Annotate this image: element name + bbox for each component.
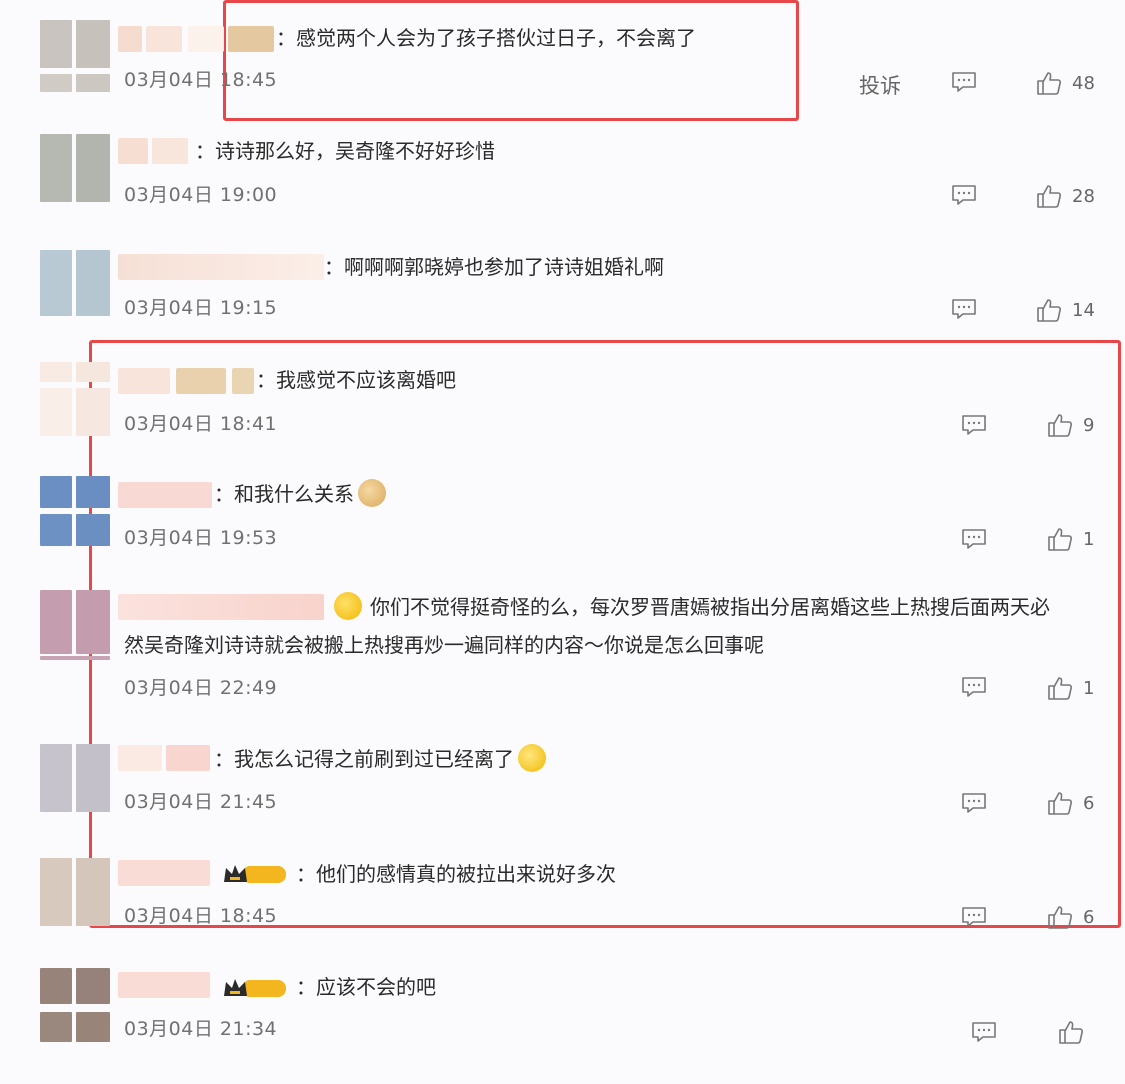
- like-button[interactable]: 14: [1036, 297, 1095, 323]
- comment-text: ：和我什么关系: [214, 476, 386, 512]
- reply-button[interactable]: [961, 792, 987, 814]
- comment-text: ：应该不会的吧: [296, 975, 436, 999]
- comment-bubble-icon: [962, 677, 986, 697]
- like-button[interactable]: 6: [1047, 904, 1094, 930]
- like-button[interactable]: 48: [1036, 70, 1095, 96]
- comment-item: ：啊啊啊郭晓婷也参加了诗诗姐婚礼啊 03月04日 19:15 14: [0, 234, 1125, 340]
- comment-time: 03月04日 19:53: [124, 527, 278, 549]
- thumbs-up-icon: [1037, 72, 1062, 95]
- reply-button[interactable]: [951, 184, 977, 206]
- like-count: 28: [1072, 185, 1095, 207]
- thumbs-up-icon: [1037, 299, 1062, 322]
- like-count: 9: [1083, 414, 1095, 436]
- doge-emoji-icon: [358, 479, 386, 507]
- comment-text-line1: 你们不觉得挺奇怪的么，每次罗晋唐嫣被指出分居离婚这些上热搜后面两天必: [370, 595, 1050, 619]
- avatar[interactable]: [40, 858, 110, 930]
- username-blurred[interactable]: [118, 482, 212, 508]
- thumbs-up-icon: [1048, 414, 1073, 437]
- like-count: 6: [1083, 792, 1095, 814]
- comment-bubble-icon: [962, 415, 986, 435]
- thumbs-up-icon: [1048, 906, 1073, 929]
- comment-item: ：我感觉不应该离婚吧 03月04日 18:41 9: [0, 340, 1125, 460]
- username-blurred[interactable]: [118, 594, 324, 620]
- like-button[interactable]: 9: [1047, 412, 1094, 438]
- like-button[interactable]: 1: [1047, 675, 1094, 701]
- like-button[interactable]: 28: [1036, 183, 1095, 209]
- avatar[interactable]: [40, 250, 110, 322]
- like-count: 48: [1072, 72, 1095, 94]
- comment-item: 你们不觉得挺奇怪的么，每次罗晋唐嫣被指出分居离婚这些上热搜后面两天必 然吴奇隆刘…: [0, 574, 1125, 730]
- comment-item: ：他们的感情真的被拉出来说好多次 03月04日 18:45 6: [0, 844, 1125, 954]
- smirk-emoji-icon: [334, 592, 362, 620]
- username-blurred[interactable]: [118, 368, 254, 394]
- like-count: 1: [1083, 677, 1095, 699]
- crown-badge-icon: [224, 979, 286, 997]
- avatar[interactable]: [40, 362, 110, 436]
- comment-bubble-icon: [962, 793, 986, 813]
- comment-bubble-icon: [962, 907, 986, 927]
- laughing-crying-emoji-icon: [518, 744, 546, 772]
- username-blurred[interactable]: [118, 745, 210, 771]
- like-button[interactable]: 1: [1047, 526, 1094, 552]
- avatar[interactable]: [40, 968, 110, 1042]
- reply-button[interactable]: [961, 414, 987, 436]
- comment-time: 03月04日 18:45: [124, 905, 278, 927]
- comment-time: 03月04日 22:49: [124, 677, 278, 699]
- comment-bubble-icon: [952, 299, 976, 319]
- comment-time: 03月04日 19:15: [124, 297, 278, 319]
- comment-item: ：感觉两个人会为了孩子搭伙过日子，不会离了 03月04日 18:45 投诉 48: [0, 0, 1125, 120]
- like-button[interactable]: 6: [1047, 790, 1094, 816]
- thumbs-up-icon: [1059, 1021, 1084, 1044]
- avatar[interactable]: [40, 134, 110, 206]
- thumbs-up-icon: [1048, 677, 1073, 700]
- username-blurred[interactable]: [118, 860, 210, 886]
- report-button[interactable]: 投诉: [859, 70, 901, 100]
- thumbs-up-icon: [1048, 528, 1073, 551]
- like-count: 6: [1083, 906, 1095, 928]
- comment-item: ：应该不会的吧 03月04日 21:34: [0, 954, 1125, 1084]
- reply-button[interactable]: [961, 906, 987, 928]
- username-blurred[interactable]: [118, 138, 188, 164]
- thumbs-up-icon: [1037, 185, 1062, 208]
- comment-bubble-icon: [972, 1022, 996, 1042]
- comment-time: 03月04日 21:34: [124, 1018, 278, 1040]
- comment-text-line2: 然吴奇隆刘诗诗就会被搬上热搜再炒一遍同样的内容～你说是怎么回事呢: [124, 633, 764, 657]
- reply-button[interactable]: [961, 676, 987, 698]
- crown-badge-icon: [224, 865, 286, 883]
- comment-time: 03月04日 18:41: [124, 413, 278, 435]
- reply-button[interactable]: [951, 298, 977, 320]
- like-count: 1: [1083, 528, 1095, 550]
- avatar[interactable]: [40, 476, 110, 548]
- reply-button[interactable]: [951, 71, 977, 93]
- comment-time: 03月04日 18:45: [124, 69, 278, 91]
- reply-button[interactable]: [971, 1021, 997, 1043]
- comment-text: ：感觉两个人会为了孩子搭伙过日子，不会离了: [276, 26, 696, 50]
- comment-text: ：我感觉不应该离婚吧: [256, 368, 456, 392]
- username-blurred[interactable]: [118, 254, 324, 280]
- comment-text: ：他们的感情真的被拉出来说好多次: [296, 862, 616, 886]
- comment-bubble-icon: [952, 72, 976, 92]
- thumbs-up-icon: [1048, 792, 1073, 815]
- comment-time: 03月04日 21:45: [124, 791, 278, 813]
- username-blurred[interactable]: [118, 972, 210, 998]
- reply-button[interactable]: [961, 528, 987, 550]
- username-blurred[interactable]: [118, 26, 274, 52]
- avatar[interactable]: [40, 20, 110, 92]
- comment-item: ：我怎么记得之前刷到过已经离了 03月04日 21:45 6: [0, 730, 1125, 844]
- comment-item: ：和我什么关系 03月04日 19:53 1: [0, 460, 1125, 574]
- avatar[interactable]: [40, 590, 110, 662]
- comment-bubble-icon: [962, 529, 986, 549]
- comment-text: ：啊啊啊郭晓婷也参加了诗诗姐婚礼啊: [324, 255, 664, 279]
- comment-bubble-icon: [952, 185, 976, 205]
- comment-text: ：诗诗那么好，吴奇隆不好好珍惜: [195, 139, 495, 163]
- comment-text: ：我怎么记得之前刷到过已经离了: [214, 741, 546, 777]
- like-count: 14: [1072, 299, 1095, 321]
- like-button[interactable]: [1058, 1019, 1084, 1045]
- comment-time: 03月04日 19:00: [124, 184, 278, 206]
- comment-item: ：诗诗那么好，吴奇隆不好好珍惜 03月04日 19:00 28: [0, 120, 1125, 234]
- avatar[interactable]: [40, 744, 110, 816]
